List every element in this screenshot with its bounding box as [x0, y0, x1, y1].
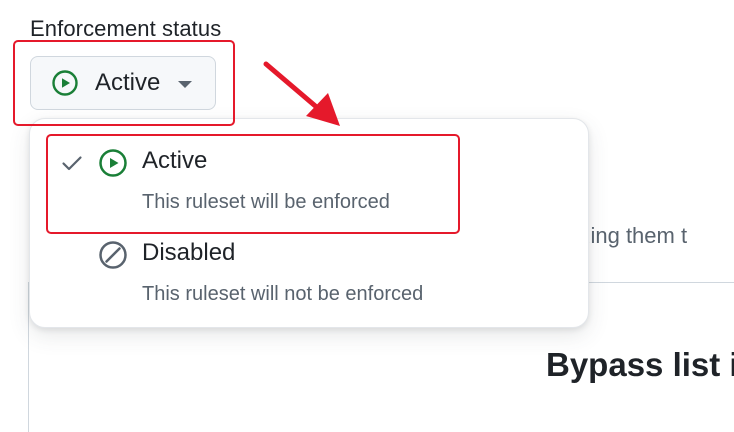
menu-item-description: This ruleset will not be enforced [142, 283, 424, 305]
menu-item-description: This ruleset will be enforced [142, 191, 390, 213]
enforcement-status-menu: Active This ruleset will be enforced Dis… [29, 118, 589, 328]
play-circle-icon [98, 148, 128, 178]
circle-slash-icon [98, 240, 128, 270]
enforcement-status-label: Enforcement status [30, 16, 222, 41]
bypass-list-heading: Bypass list is [546, 346, 734, 383]
enforcement-status-value: Active [95, 69, 161, 96]
triangle-down-icon [178, 81, 193, 88]
menu-item-active[interactable]: Active This ruleset will be enforced [30, 139, 588, 229]
enforcement-status-button[interactable]: Active [30, 56, 216, 110]
check-icon [60, 151, 84, 175]
menu-item-disabled[interactable]: Disabled This ruleset will not be enforc… [30, 231, 588, 321]
play-circle-icon [51, 69, 79, 97]
menu-item-title: Disabled [142, 239, 236, 266]
menu-item-title: Active [142, 147, 208, 174]
